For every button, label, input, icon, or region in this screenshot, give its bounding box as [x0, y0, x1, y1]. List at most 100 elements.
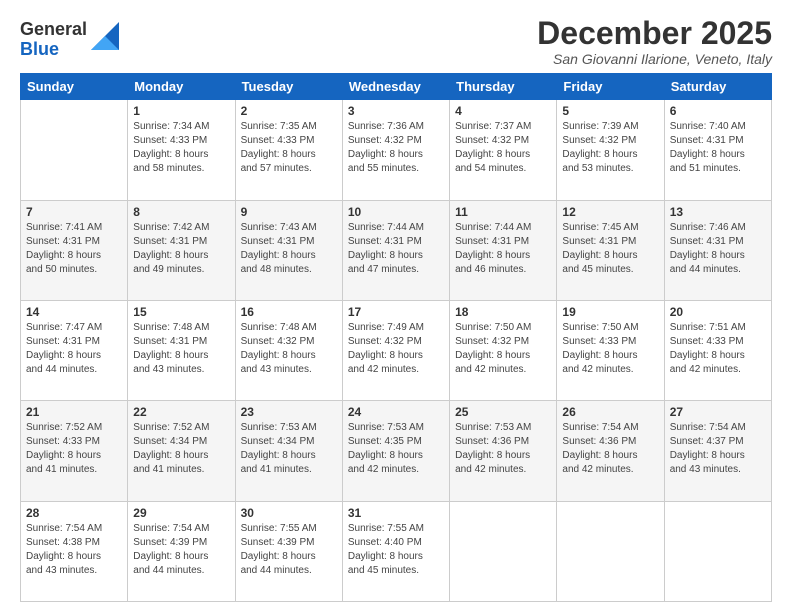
day-number: 3: [348, 104, 444, 118]
col-wednesday: Wednesday: [342, 74, 449, 100]
day-info: Sunrise: 7:34 AM Sunset: 4:33 PM Dayligh…: [133, 120, 229, 176]
day-number: 17: [348, 305, 444, 319]
day-info: Sunrise: 7:51 AM Sunset: 4:33 PM Dayligh…: [670, 321, 766, 377]
day-info: Sunrise: 7:40 AM Sunset: 4:31 PM Dayligh…: [670, 120, 766, 176]
table-cell: 27 Sunrise: 7:54 AM Sunset: 4:37 PM Dayli…: [664, 401, 771, 501]
table-cell: 13 Sunrise: 7:46 AM Sunset: 4:31 PM Dayli…: [664, 200, 771, 300]
table-cell: 12Sunrise: 7:45 AM Sunset: 4:31 PM Dayli…: [557, 200, 664, 300]
day-number: 28: [26, 506, 122, 520]
day-info: Sunrise: 7:48 AM Sunset: 4:32 PM Dayligh…: [241, 321, 337, 377]
day-info: Sunrise: 7:52 AM Sunset: 4:33 PM Dayligh…: [26, 421, 122, 477]
table-cell: 19 Sunrise: 7:50 AM Sunset: 4:33 PM Dayli…: [557, 300, 664, 400]
table-cell: 9 Sunrise: 7:43 AM Sunset: 4:31 PM Daylig…: [235, 200, 342, 300]
day-number: 8: [133, 205, 229, 219]
day-info: Sunrise: 7:52 AM Sunset: 4:34 PM Dayligh…: [133, 421, 229, 477]
day-number: 7: [26, 205, 122, 219]
day-info: Sunrise: 7:53 AM Sunset: 4:36 PM Dayligh…: [455, 421, 551, 477]
day-info: Sunrise: 7:54 AM Sunset: 4:37 PM Dayligh…: [670, 421, 766, 477]
day-number: 27: [670, 405, 766, 419]
table-cell: [557, 501, 664, 601]
day-number: 15: [133, 305, 229, 319]
calendar-table: Sunday Monday Tuesday Wednesday Thursday…: [20, 73, 772, 602]
day-number: 26: [562, 405, 658, 419]
table-cell: 20Sunrise: 7:51 AM Sunset: 4:33 PM Dayli…: [664, 300, 771, 400]
day-info: Sunrise: 7:39 AM Sunset: 4:32 PM Dayligh…: [562, 120, 658, 176]
table-cell: 17 Sunrise: 7:49 AM Sunset: 4:32 PM Dayli…: [342, 300, 449, 400]
table-cell: [664, 501, 771, 601]
day-number: 11: [455, 205, 551, 219]
day-number: 1: [133, 104, 229, 118]
col-tuesday: Tuesday: [235, 74, 342, 100]
day-info: Sunrise: 7:43 AM Sunset: 4:31 PM Dayligh…: [241, 221, 337, 277]
day-info: Sunrise: 7:35 AM Sunset: 4:33 PM Dayligh…: [241, 120, 337, 176]
header: General Blue December 2025 San Giovanni …: [20, 16, 772, 67]
table-cell: 14Sunrise: 7:47 AM Sunset: 4:31 PM Dayli…: [21, 300, 128, 400]
logo-general: General: [20, 20, 87, 40]
day-info: Sunrise: 7:36 AM Sunset: 4:32 PM Dayligh…: [348, 120, 444, 176]
logo-icon: [91, 22, 119, 50]
day-number: 29: [133, 506, 229, 520]
day-info: Sunrise: 7:54 AM Sunset: 4:38 PM Dayligh…: [26, 522, 122, 578]
col-sunday: Sunday: [21, 74, 128, 100]
day-info: Sunrise: 7:42 AM Sunset: 4:31 PM Dayligh…: [133, 221, 229, 277]
day-number: 18: [455, 305, 551, 319]
title-section: December 2025 San Giovanni Ilarione, Ven…: [537, 16, 772, 67]
col-friday: Friday: [557, 74, 664, 100]
day-number: 6: [670, 104, 766, 118]
day-info: Sunrise: 7:44 AM Sunset: 4:31 PM Dayligh…: [348, 221, 444, 277]
table-cell: 3 Sunrise: 7:36 AM Sunset: 4:32 PM Daylig…: [342, 100, 449, 200]
day-info: Sunrise: 7:44 AM Sunset: 4:31 PM Dayligh…: [455, 221, 551, 277]
table-cell: 10 Sunrise: 7:44 AM Sunset: 4:31 PM Dayli…: [342, 200, 449, 300]
table-cell: 1 Sunrise: 7:34 AM Sunset: 4:33 PM Daylig…: [128, 100, 235, 200]
table-cell: 7 Sunrise: 7:41 AM Sunset: 4:31 PM Daylig…: [21, 200, 128, 300]
day-info: Sunrise: 7:54 AM Sunset: 4:39 PM Dayligh…: [133, 522, 229, 578]
day-info: Sunrise: 7:46 AM Sunset: 4:31 PM Dayligh…: [670, 221, 766, 277]
calendar-week-row: 7 Sunrise: 7:41 AM Sunset: 4:31 PM Daylig…: [21, 200, 772, 300]
day-number: 5: [562, 104, 658, 118]
table-cell: [21, 100, 128, 200]
table-cell: 29 Sunrise: 7:54 AM Sunset: 4:39 PM Dayli…: [128, 501, 235, 601]
location: San Giovanni Ilarione, Veneto, Italy: [537, 51, 772, 67]
calendar-week-row: 28 Sunrise: 7:54 AM Sunset: 4:38 PM Dayli…: [21, 501, 772, 601]
table-cell: 8 Sunrise: 7:42 AM Sunset: 4:31 PM Daylig…: [128, 200, 235, 300]
day-info: Sunrise: 7:49 AM Sunset: 4:32 PM Dayligh…: [348, 321, 444, 377]
day-number: 21: [26, 405, 122, 419]
table-cell: 31Sunrise: 7:55 AM Sunset: 4:40 PM Dayli…: [342, 501, 449, 601]
day-info: Sunrise: 7:45 AM Sunset: 4:31 PM Dayligh…: [562, 221, 658, 277]
day-number: 2: [241, 104, 337, 118]
day-info: Sunrise: 7:53 AM Sunset: 4:34 PM Dayligh…: [241, 421, 337, 477]
calendar-week-row: 21 Sunrise: 7:52 AM Sunset: 4:33 PM Dayli…: [21, 401, 772, 501]
logo: General Blue: [20, 20, 119, 60]
table-cell: 11 Sunrise: 7:44 AM Sunset: 4:31 PM Dayli…: [450, 200, 557, 300]
day-info: Sunrise: 7:50 AM Sunset: 4:33 PM Dayligh…: [562, 321, 658, 377]
table-cell: 26 Sunrise: 7:54 AM Sunset: 4:36 PM Dayli…: [557, 401, 664, 501]
table-cell: 28 Sunrise: 7:54 AM Sunset: 4:38 PM Dayli…: [21, 501, 128, 601]
table-cell: 16Sunrise: 7:48 AM Sunset: 4:32 PM Dayli…: [235, 300, 342, 400]
table-cell: 24 Sunrise: 7:53 AM Sunset: 4:35 PM Dayli…: [342, 401, 449, 501]
table-cell: 23 Sunrise: 7:53 AM Sunset: 4:34 PM Dayli…: [235, 401, 342, 501]
table-cell: 5 Sunrise: 7:39 AM Sunset: 4:32 PM Daylig…: [557, 100, 664, 200]
table-cell: 18 Sunrise: 7:50 AM Sunset: 4:32 PM Dayli…: [450, 300, 557, 400]
day-number: 23: [241, 405, 337, 419]
day-number: 25: [455, 405, 551, 419]
day-info: Sunrise: 7:50 AM Sunset: 4:32 PM Dayligh…: [455, 321, 551, 377]
logo-text: General Blue: [20, 20, 87, 60]
table-cell: 22Sunrise: 7:52 AM Sunset: 4:34 PM Dayli…: [128, 401, 235, 501]
day-info: Sunrise: 7:55 AM Sunset: 4:39 PM Dayligh…: [241, 522, 337, 578]
table-cell: 21 Sunrise: 7:52 AM Sunset: 4:33 PM Dayli…: [21, 401, 128, 501]
day-info: Sunrise: 7:53 AM Sunset: 4:35 PM Dayligh…: [348, 421, 444, 477]
month-title: December 2025: [537, 16, 772, 51]
day-number: 9: [241, 205, 337, 219]
day-number: 13: [670, 205, 766, 219]
day-info: Sunrise: 7:54 AM Sunset: 4:36 PM Dayligh…: [562, 421, 658, 477]
logo-blue: Blue: [20, 40, 87, 60]
day-info: Sunrise: 7:41 AM Sunset: 4:31 PM Dayligh…: [26, 221, 122, 277]
day-number: 10: [348, 205, 444, 219]
day-number: 19: [562, 305, 658, 319]
col-saturday: Saturday: [664, 74, 771, 100]
day-number: 24: [348, 405, 444, 419]
table-cell: [450, 501, 557, 601]
table-cell: 2 Sunrise: 7:35 AM Sunset: 4:33 PM Daylig…: [235, 100, 342, 200]
table-cell: 25 Sunrise: 7:53 AM Sunset: 4:36 PM Dayli…: [450, 401, 557, 501]
day-info: Sunrise: 7:55 AM Sunset: 4:40 PM Dayligh…: [348, 522, 444, 578]
